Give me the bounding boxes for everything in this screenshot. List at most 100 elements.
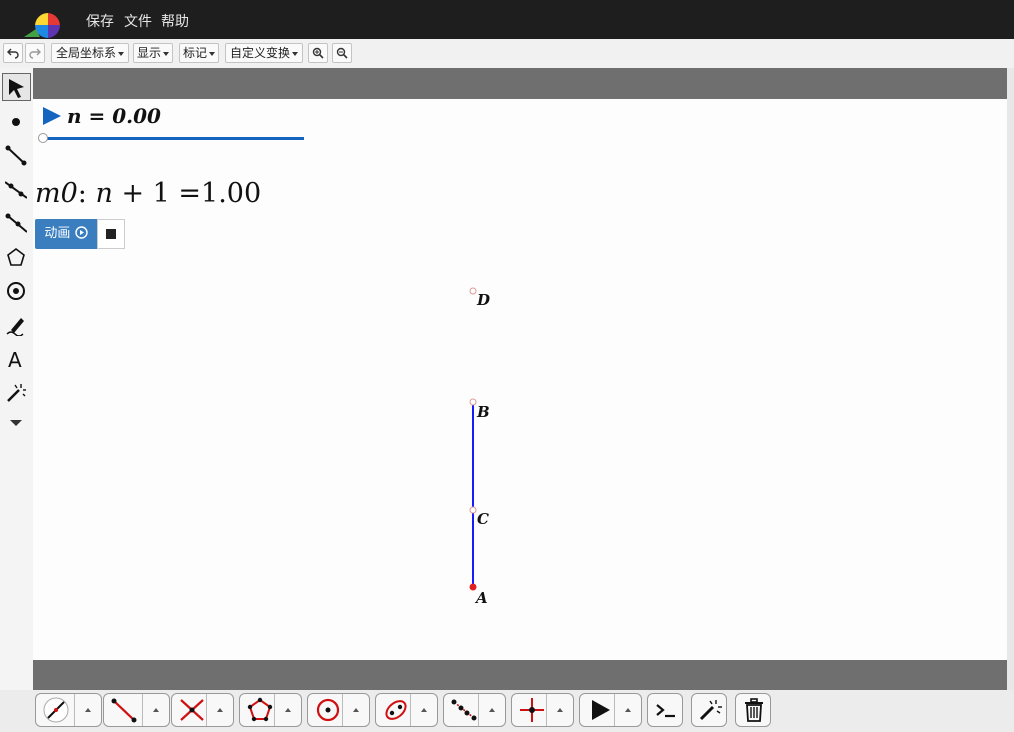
point-C[interactable] [469,506,477,514]
canvas-top-bar [33,68,1007,99]
segment-tool-group[interactable] [35,693,102,727]
text-tool[interactable]: A [2,345,31,373]
line-tool-dropdown[interactable] [142,694,169,726]
delete-button[interactable] [735,693,771,727]
stop-button[interactable] [97,219,125,249]
conic-tool-group[interactable] [375,693,438,727]
polygon-tool-group[interactable] [239,693,302,727]
transform-icon [520,698,544,722]
custom-transform-label: 自定义变换 [229,46,290,60]
redo-button[interactable] [25,43,45,63]
chevron-up-icon [217,708,223,712]
intersect-tool-dropdown[interactable] [206,694,233,726]
segment-tool[interactable] [2,141,31,169]
measure-value: 1.00 [201,178,262,209]
slider-handle[interactable] [38,133,48,143]
coord-system-label: 全局坐标系 [55,46,116,60]
zoom-out-button[interactable] [332,43,352,63]
left-toolbar: A [0,68,34,732]
pointer-icon [9,79,24,98]
undo-icon [7,48,19,59]
menu-help[interactable]: 帮助 [161,11,189,31]
coord-system-dropdown[interactable]: 全局坐标系 [51,43,129,63]
intersect-tool-group[interactable] [171,693,234,727]
line-tool[interactable] [2,175,31,203]
chevron-down-icon [292,51,298,56]
ray-icon [5,213,27,233]
redo-icon [29,48,41,59]
points-tool-dropdown[interactable] [478,694,505,726]
points-icon [451,699,477,721]
point-tool[interactable] [2,107,31,135]
zoom-out-icon [336,47,348,59]
magic-wand-button[interactable] [691,693,727,727]
segment-tool-dropdown[interactable] [74,694,101,726]
circle-tool-dropdown[interactable] [342,694,369,726]
polygon-icon [7,248,25,266]
chevron-up-icon [85,708,91,712]
stop-icon [106,229,116,239]
play-tool-dropdown[interactable] [614,694,641,726]
pointer-tool[interactable] [2,73,31,101]
transform-tool-group[interactable] [511,693,574,727]
circle-tool-group[interactable] [307,693,370,727]
zoom-in-button[interactable] [308,43,328,63]
ray-tool[interactable] [2,209,31,237]
point-B[interactable] [469,398,477,406]
polygon-tool-dropdown[interactable] [274,694,301,726]
undo-button[interactable] [3,43,23,63]
app-logo [24,12,61,38]
circle-icon [7,282,25,300]
label-D: D [477,291,491,309]
chevron-up-icon [353,708,359,712]
intersect-icon [180,699,204,721]
transform-tool-dropdown[interactable] [546,694,573,726]
right-edge [1007,68,1014,732]
chevron-down-icon [163,51,169,56]
slider-track[interactable] [44,137,304,140]
conic-tool-dropdown[interactable] [410,694,437,726]
magic-wand-icon [699,700,722,721]
chevron-up-icon [625,708,631,712]
chevron-up-icon [285,708,291,712]
animate-button[interactable]: 动画 [35,219,97,249]
line-tool-group[interactable] [103,693,170,727]
measure-name: m0 [35,178,78,209]
point-D[interactable] [469,287,477,295]
menubar: 保存 文件 帮助 [0,0,1014,39]
segment-tool-icon [43,697,69,723]
chevron-down-icon [118,51,124,56]
points-tool-group[interactable] [443,693,506,727]
animate-label: 动画 [44,226,71,241]
mark-dropdown[interactable]: 标记 [179,43,219,63]
label-A: A [476,589,488,607]
pen-tool[interactable] [2,311,31,339]
canvas-bottom-bar [33,660,1007,690]
circle-tool[interactable] [2,277,31,305]
measurement-m0[interactable]: m0: n + 1 =1.00 [35,178,261,209]
text-icon: A [8,348,22,370]
zoom-in-icon [312,47,324,59]
menu-file[interactable]: 文件 [124,11,152,31]
terminal-button[interactable] [647,693,683,727]
bottom-toolbar [0,690,1014,732]
polygon-tool-icon [247,697,273,722]
label-B: B [477,403,490,421]
line-icon [5,181,27,199]
display-label: 显示 [136,46,161,60]
slider-play-icon[interactable] [42,106,62,126]
conic-icon [385,700,407,720]
custom-transform-dropdown[interactable]: 自定义变换 [225,43,303,63]
polygon-tool[interactable] [2,243,31,271]
mark-label: 标记 [182,46,207,60]
chevron-up-icon [489,708,495,712]
measure-expr: + 1 = [121,178,202,209]
trash-icon [745,698,763,722]
magic-tool[interactable] [2,379,31,407]
more-tools[interactable] [2,409,31,437]
display-dropdown[interactable]: 显示 [133,43,173,63]
play-tool-group[interactable] [579,693,642,727]
play-icon [592,700,610,720]
menu-save[interactable]: 保存 [86,11,114,31]
label-C: C [477,510,489,528]
